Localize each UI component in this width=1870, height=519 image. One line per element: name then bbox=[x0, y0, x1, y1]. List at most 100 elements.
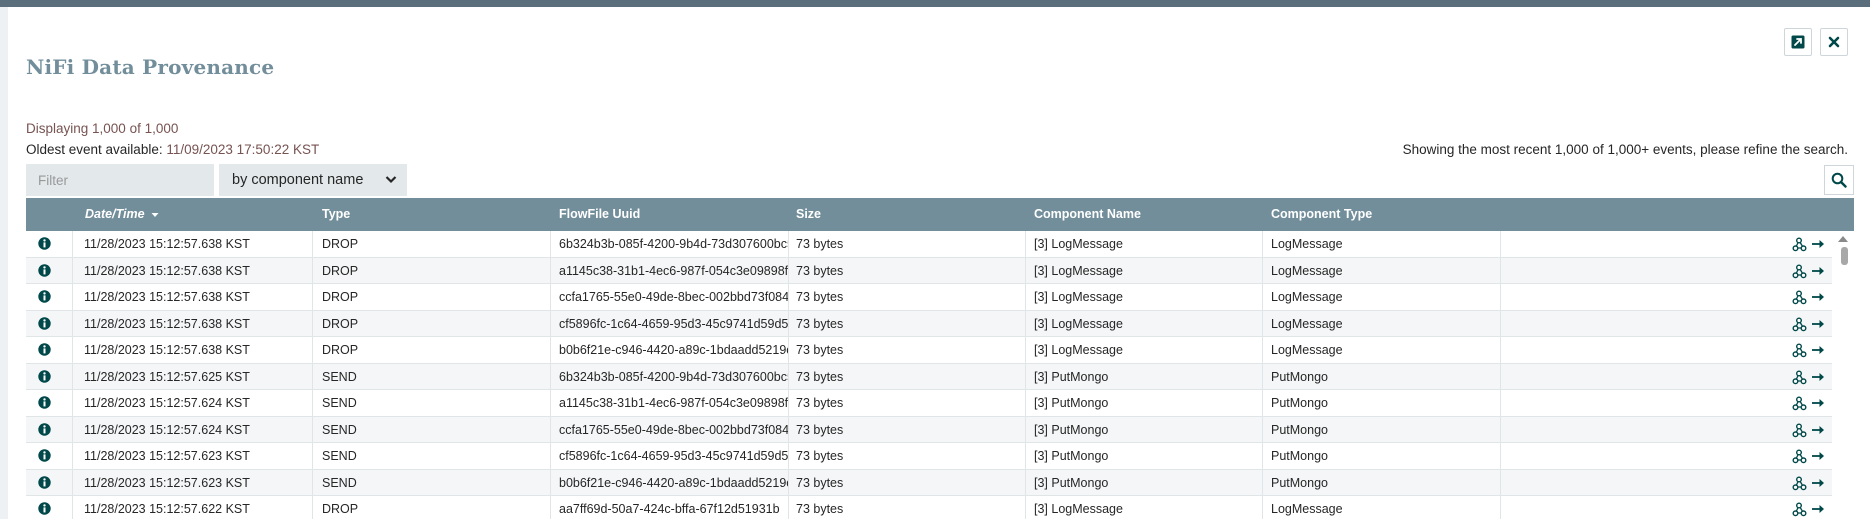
cell-size: 73 bytes bbox=[796, 475, 844, 490]
column-divider bbox=[550, 257, 551, 284]
info-icon[interactable] bbox=[38, 449, 51, 462]
info-icon[interactable] bbox=[38, 316, 51, 330]
vertical-scrollbar[interactable] bbox=[1834, 231, 1854, 519]
search-icon bbox=[1831, 172, 1847, 188]
scrollbar-thumb[interactable] bbox=[1841, 247, 1848, 265]
column-divider bbox=[72, 496, 73, 519]
arrow-right-icon[interactable] bbox=[1811, 264, 1826, 278]
cell-size: 73 bytes bbox=[796, 449, 844, 463]
column-divider bbox=[550, 284, 551, 310]
column-divider bbox=[72, 257, 73, 284]
lineage-icon[interactable] bbox=[1792, 264, 1807, 279]
table-row[interactable]: 11/28/2023 15:12:57.623 KST SEND cf5896f… bbox=[26, 443, 1832, 470]
column-divider bbox=[1262, 337, 1263, 363]
column-divider bbox=[550, 390, 551, 416]
arrow-right-icon[interactable] bbox=[1811, 290, 1826, 304]
column-header-type[interactable]: Type bbox=[322, 198, 350, 231]
column-divider bbox=[72, 416, 73, 443]
column-divider bbox=[1025, 443, 1026, 469]
column-divider bbox=[1500, 257, 1501, 284]
arrow-right-icon[interactable] bbox=[1811, 343, 1826, 357]
column-divider bbox=[550, 469, 551, 496]
lineage-icon[interactable] bbox=[1792, 237, 1807, 252]
table-row[interactable]: 11/28/2023 15:12:57.638 KST DROP a1145c3… bbox=[26, 257, 1832, 284]
column-divider bbox=[550, 416, 551, 443]
arrow-right-icon[interactable] bbox=[1811, 370, 1826, 384]
table-row[interactable]: 11/28/2023 15:12:57.638 KST DROP 6b324b3… bbox=[26, 231, 1832, 258]
column-divider bbox=[312, 390, 313, 416]
lineage-icon[interactable] bbox=[1792, 290, 1807, 305]
table-row[interactable]: 11/28/2023 15:12:57.623 KST SEND b0b6f21… bbox=[26, 469, 1832, 496]
table-row[interactable]: 11/28/2023 15:12:57.622 KST DROP aa7ff69… bbox=[26, 496, 1832, 519]
arrow-right-icon[interactable] bbox=[1811, 317, 1826, 331]
table-row[interactable]: 11/28/2023 15:12:57.638 KST DROP b0b6f21… bbox=[26, 337, 1832, 364]
arrow-right-icon[interactable] bbox=[1811, 476, 1826, 490]
search-button[interactable] bbox=[1824, 165, 1854, 195]
lineage-icon[interactable] bbox=[1792, 370, 1807, 385]
info-icon[interactable] bbox=[38, 502, 51, 515]
arrow-right-icon[interactable] bbox=[1811, 423, 1826, 437]
info-icon[interactable] bbox=[38, 237, 51, 250]
arrow-right-icon[interactable] bbox=[1811, 237, 1826, 251]
cell-size: 73 bytes bbox=[796, 369, 844, 384]
scroll-up-arrow[interactable] bbox=[1838, 236, 1848, 242]
lineage-icon[interactable] bbox=[1792, 317, 1807, 332]
info-icon[interactable] bbox=[38, 369, 51, 383]
cell-type: DROP bbox=[322, 290, 359, 304]
lineage-icon[interactable] bbox=[1792, 396, 1807, 411]
cell-size: 73 bytes bbox=[796, 343, 844, 357]
column-header-component-type[interactable]: Component Type bbox=[1271, 198, 1372, 231]
popout-button[interactable] bbox=[1784, 28, 1812, 56]
lineage-icon[interactable] bbox=[1792, 502, 1807, 517]
filter-input[interactable] bbox=[26, 164, 214, 196]
lineage-icon[interactable] bbox=[1792, 449, 1807, 464]
column-divider bbox=[1262, 310, 1263, 337]
cell-component-type: LogMessage bbox=[1271, 343, 1343, 357]
column-divider bbox=[1500, 443, 1501, 469]
cell-type: SEND bbox=[322, 475, 357, 490]
arrow-right-icon[interactable] bbox=[1811, 396, 1826, 410]
cell-uuid: ccfa1765-55e0-49de-8bec-002bbd73f084 bbox=[559, 422, 789, 437]
filter-by-select[interactable]: by component name bbox=[219, 164, 407, 196]
column-divider bbox=[1262, 443, 1263, 469]
oldest-event-label: Oldest event available: bbox=[26, 142, 167, 157]
info-icon[interactable] bbox=[38, 422, 51, 436]
column-header-datetime[interactable]: Date/Time bbox=[85, 198, 159, 231]
arrow-right-icon[interactable] bbox=[1811, 502, 1826, 516]
cell-component-type: LogMessage bbox=[1271, 237, 1343, 251]
column-header-component-name[interactable]: Component Name bbox=[1034, 198, 1141, 231]
column-divider bbox=[1025, 257, 1026, 284]
background-canvas-strip bbox=[0, 0, 1870, 7]
cell-datetime: 11/28/2023 15:12:57.622 KST bbox=[84, 502, 250, 516]
close-button[interactable] bbox=[1820, 28, 1848, 56]
column-divider bbox=[1500, 231, 1501, 257]
cell-component-name: [3] LogMessage bbox=[1034, 502, 1123, 516]
cell-component-type: PutMongo bbox=[1271, 475, 1328, 490]
column-divider bbox=[788, 337, 789, 363]
lineage-icon[interactable] bbox=[1792, 343, 1807, 358]
column-header-uuid[interactable]: FlowFile Uuid bbox=[559, 198, 640, 231]
chevron-down-icon bbox=[385, 176, 397, 184]
cell-size: 73 bytes bbox=[796, 290, 844, 304]
info-icon[interactable] bbox=[38, 475, 51, 489]
info-icon[interactable] bbox=[38, 396, 51, 409]
column-divider bbox=[1500, 469, 1501, 496]
cell-size: 73 bytes bbox=[796, 422, 844, 437]
info-icon[interactable] bbox=[38, 290, 51, 303]
column-divider bbox=[1025, 390, 1026, 416]
provenance-dialog: NiFi Data Provenance Displaying 1,000 of… bbox=[8, 7, 1870, 519]
cell-uuid: 6b324b3b-085f-4200-9b4d-73d307600bc5 bbox=[559, 369, 789, 384]
table-row[interactable]: 11/28/2023 15:12:57.638 KST DROP ccfa176… bbox=[26, 284, 1832, 311]
info-icon[interactable] bbox=[38, 343, 51, 356]
lineage-icon[interactable] bbox=[1792, 476, 1807, 491]
info-icon[interactable] bbox=[38, 263, 51, 277]
column-divider bbox=[1500, 337, 1501, 363]
column-header-size[interactable]: Size bbox=[796, 198, 821, 231]
column-divider bbox=[72, 284, 73, 310]
arrow-right-icon[interactable] bbox=[1811, 449, 1826, 463]
table-row[interactable]: 11/28/2023 15:12:57.624 KST SEND ccfa176… bbox=[26, 416, 1832, 443]
table-row[interactable]: 11/28/2023 15:12:57.624 KST SEND a1145c3… bbox=[26, 390, 1832, 417]
lineage-icon[interactable] bbox=[1792, 423, 1807, 438]
table-row[interactable]: 11/28/2023 15:12:57.638 KST DROP cf5896f… bbox=[26, 310, 1832, 337]
table-row[interactable]: 11/28/2023 15:12:57.625 KST SEND 6b324b3… bbox=[26, 363, 1832, 390]
